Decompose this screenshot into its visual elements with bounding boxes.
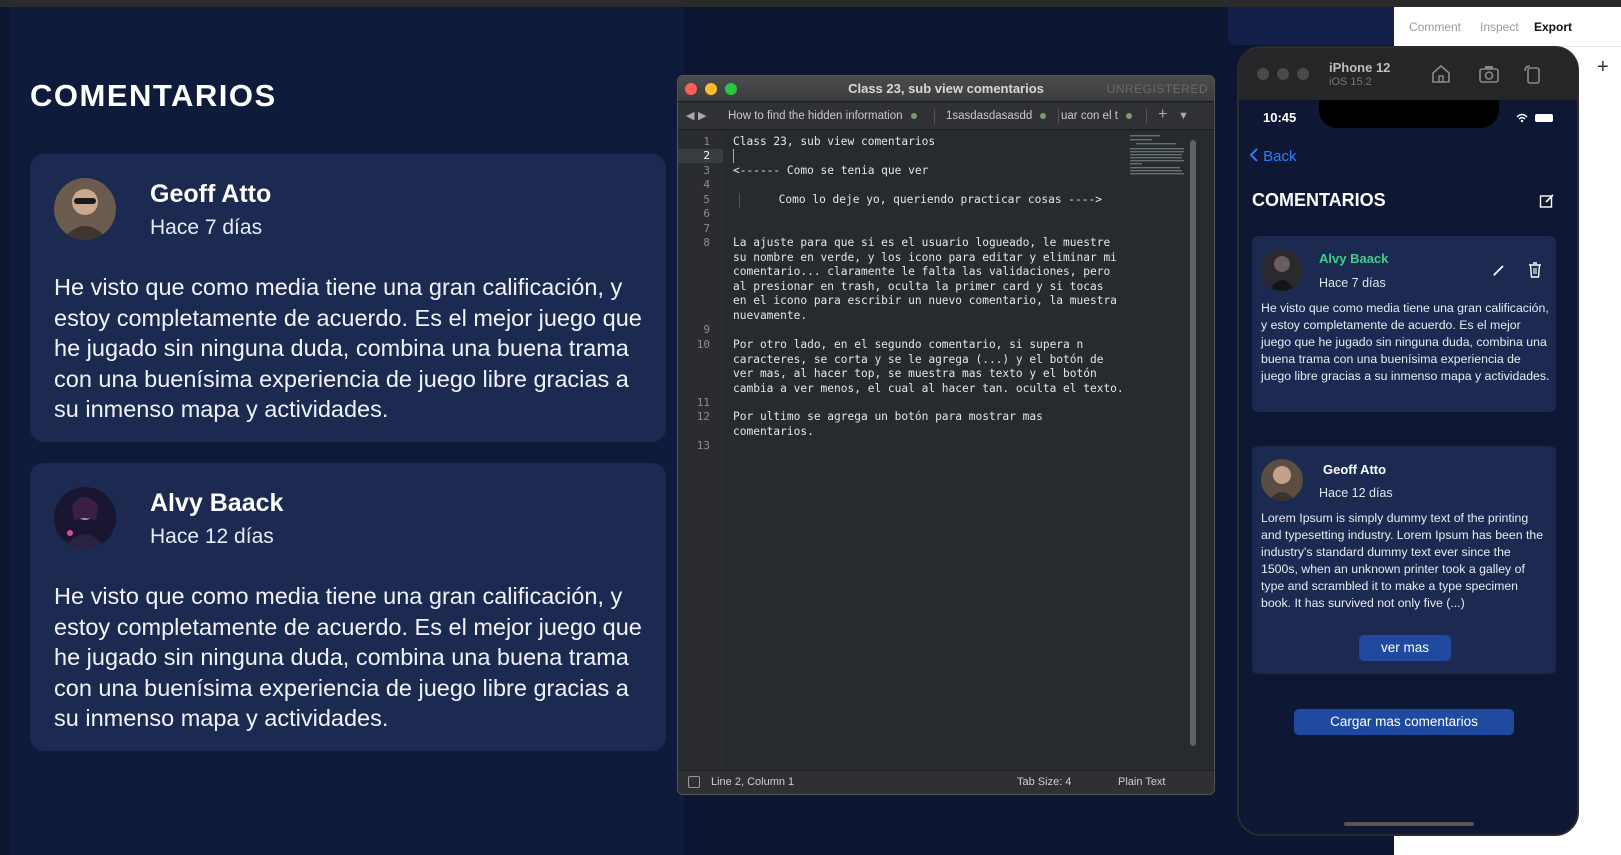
code-line[interactable]: Como lo deje yo, queriendo practicar cos… [739,193,1102,208]
top-strip [0,0,1621,7]
unsaved-dot-icon [910,112,917,119]
status-clock: 10:45 [1263,110,1297,125]
editor-tabbar: ◀ ▶ How to find the hidden information 1… [678,103,1214,130]
ver-mas-button[interactable]: ver mas [1359,635,1451,661]
back-label: Back [1263,148,1297,165]
canvas-strip [1228,7,1394,45]
comment-card: Geoff Atto Hace 7 días He visto que como… [30,154,666,442]
comment-time: Hace 7 días [1319,276,1386,290]
code-paragraph[interactable]: Por otro lado, en el segundo comentario,… [733,338,1124,396]
editor-status-bar: Line 2, Column 1 Tab Size: 4 Plain Text [678,770,1214,794]
canvas-edge [0,7,10,855]
tab-file-1[interactable]: How to find the hidden information [728,103,928,130]
avatar [54,178,116,240]
avatar [1261,459,1303,501]
edit-pencil-icon[interactable] [1492,263,1506,277]
load-more-button[interactable]: Cargar mas comentarios [1294,709,1514,735]
tab-comment[interactable]: Comment [1409,20,1461,34]
code-line[interactable]: Class 23, sub view comentarios [733,135,935,150]
tab-label: How to find the hidden information [728,110,903,122]
line-number: 1 [703,135,710,148]
comment-card: Geoff Atto Hace 12 días Lorem Ipsum is s… [1252,446,1556,674]
new-tab-plus-icon[interactable]: + [1158,106,1167,124]
zoom-button[interactable] [1297,68,1309,80]
unsaved-dot-icon [1040,112,1047,119]
line-number: 11 [696,396,710,409]
comment-card: Alvy Baack Hace 12 días He visto que com… [30,463,666,751]
comment-body: He visto que como media tiene una gran c… [54,583,642,731]
minimap[interactable] [1130,135,1186,177]
chevron-left-icon [1249,148,1258,162]
tab-menu-chevron-down-icon[interactable]: ▼ [1178,110,1189,122]
code-paragraph[interactable]: Por ultimo se agrega un botón para mostr… [733,410,1043,439]
line-number: 8 [703,236,710,249]
line-number: 13 [696,439,710,452]
iphone-simulator[interactable]: iPhone 12 iOS 15.2 10:45 Back COMENTARIO… [1237,46,1579,836]
rotate-device-icon[interactable] [1521,62,1545,86]
comment-time: Hace 7 días [150,216,263,239]
tab-file-3[interactable]: uar con el t [1061,103,1136,130]
add-plus-icon[interactable]: + [1597,56,1609,79]
comment-body: Lorem Ipsum is simply dummy text of the … [1261,511,1544,610]
comment-body: He visto que como media tiene una gran c… [1261,301,1550,383]
inspector-tabs: Comment Inspect Export [1394,7,1621,47]
simulator-toolbar: iPhone 12 iOS 15.2 [1239,48,1577,100]
vertical-scrollbar[interactable] [1190,140,1196,746]
back-button[interactable]: Back [1249,148,1297,165]
line-number: 2 [703,149,710,162]
os-version: iOS 15.2 [1329,76,1372,88]
tab-inspect[interactable]: Inspect [1480,20,1519,34]
tab-label: 1sasdasdasasdd [946,110,1033,122]
line-number: 3 [703,164,710,177]
tab-forward-arrow-icon[interactable]: ▶ [698,109,706,122]
comment-time: Hace 12 días [1319,486,1393,500]
trash-icon[interactable] [1527,261,1543,279]
tab-divider [1146,109,1147,124]
comment-body: He visto que como media tiene una gran c… [54,274,642,422]
line-number: 4 [703,178,710,191]
code-line[interactable]: <------ Como se tenia que ver [733,164,928,179]
sidebar-toggle-icon[interactable] [688,776,700,788]
comment-time: Hace 12 días [150,525,274,548]
line-number: 10 [696,338,710,351]
avatar [1261,249,1303,291]
home-indicator[interactable] [1344,822,1474,826]
editor-titlebar[interactable]: Class 23, sub view comentarios UNREGISTE… [678,76,1214,102]
status-icons [1516,113,1553,123]
tab-file-2[interactable]: 1sasdasdasasdd [946,103,1056,130]
text-caret [733,149,734,163]
line-number: 6 [703,207,710,220]
tab-divider [934,109,935,124]
line-number: 9 [703,323,710,336]
screenshot-camera-icon[interactable] [1477,62,1501,86]
tab-label: uar con el t [1061,110,1118,122]
tab-size[interactable]: Tab Size: 4 [1017,776,1071,788]
minimize-button[interactable] [1277,68,1289,80]
text-editor-window[interactable]: Class 23, sub view comentarios UNREGISTE… [677,75,1215,795]
comment-author: Geoff Atto [150,180,272,208]
comment-author: Alvy Baack [150,489,284,517]
home-icon[interactable] [1429,62,1453,86]
code-paragraph[interactable]: La ajuste para que si es el usuario logu… [733,236,1117,323]
notch [1319,100,1499,128]
line-number: 5 [703,193,710,206]
unsaved-dot-icon [1125,112,1132,119]
syntax-mode[interactable]: Plain Text [1118,776,1166,788]
page-title: COMENTARIOS [30,78,277,113]
unregistered-label: UNREGISTERED [1106,82,1208,96]
screen-title: COMENTARIOS [1252,190,1386,210]
close-button[interactable] [1257,68,1269,80]
avatar [54,487,116,549]
device-name: iPhone 12 [1329,60,1391,75]
tab-divider [1058,109,1059,124]
comment-author: Alvy Baack [1319,251,1389,266]
compose-icon[interactable] [1539,193,1555,209]
tab-export[interactable]: Export [1534,20,1572,34]
line-number: 7 [703,222,710,235]
line-number: 12 [696,410,710,423]
comment-card: Alvy Baack Hace 7 días He visto que como… [1252,236,1556,412]
comment-author: Geoff Atto [1323,462,1387,477]
cursor-position[interactable]: Line 2, Column 1 [711,776,794,788]
tab-back-arrow-icon[interactable]: ◀ [686,109,694,122]
